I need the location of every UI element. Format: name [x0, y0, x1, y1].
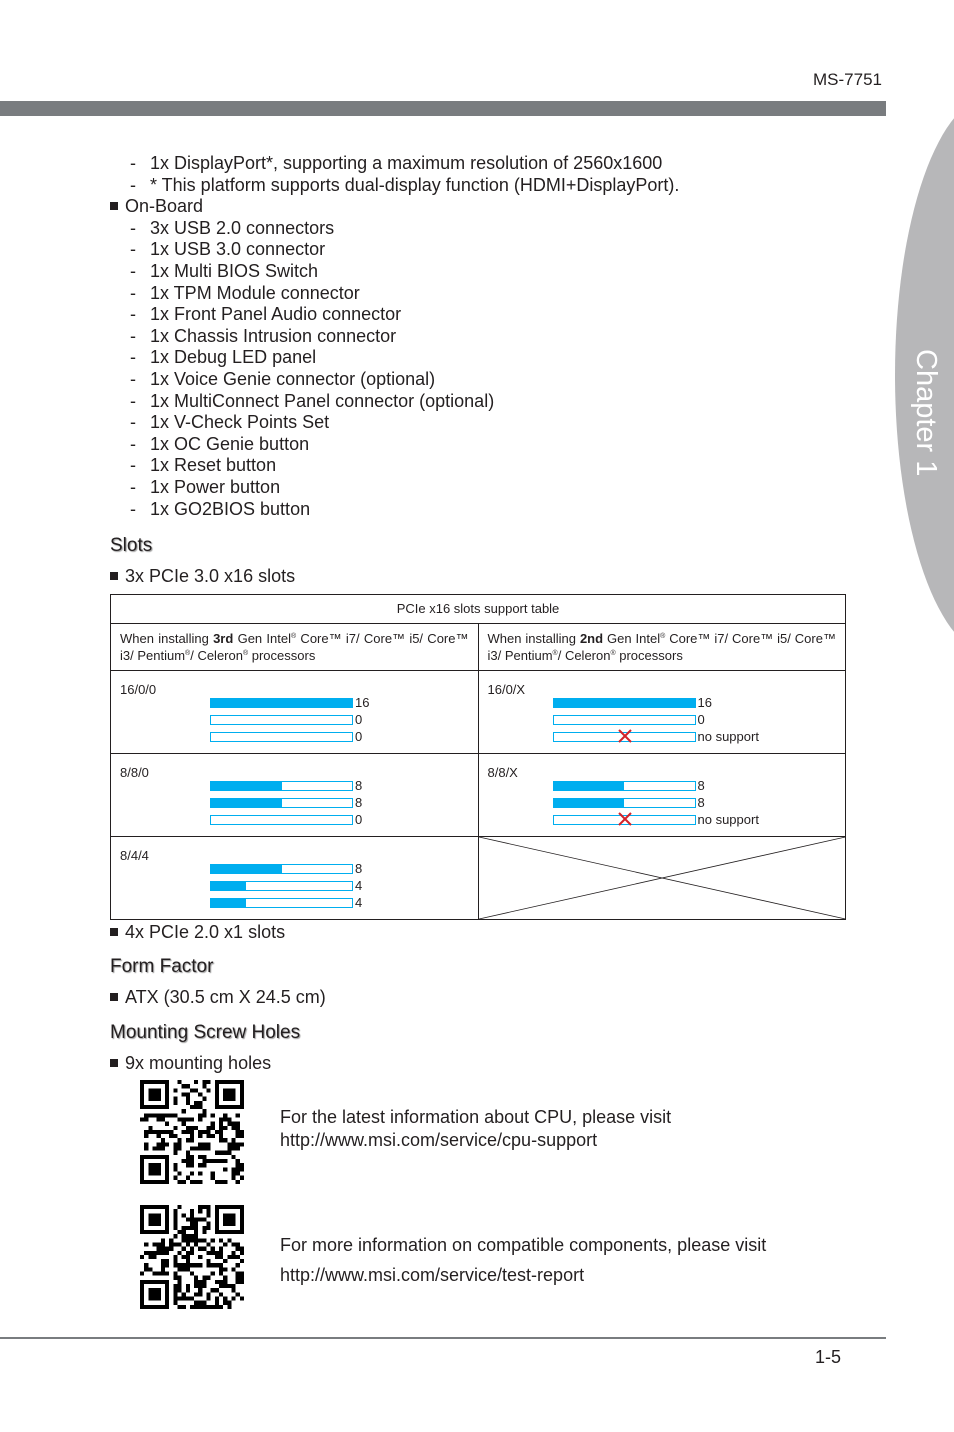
config-label: 16/0/0 — [120, 681, 157, 697]
list-item: -1x GO2BIOS button — [130, 498, 311, 519]
lane-value: 8 — [355, 777, 363, 793]
list-item: -1x Power button — [130, 476, 281, 497]
lane-bar — [552, 714, 696, 725]
no-support-x-icon — [617, 728, 632, 743]
list-item: -3x USB 2.0 connectors — [130, 217, 335, 238]
test-report-url[interactable]: http://www.msi.com/service/test-report — [280, 1260, 766, 1290]
lane-bar — [210, 714, 353, 725]
lane-value: 16 — [355, 694, 370, 710]
form-factor-heading: Form Factor — [110, 956, 214, 978]
chapter-label: Chapter 1 — [910, 349, 942, 477]
qr-code-icon[interactable] — [140, 1205, 244, 1309]
config-cell: 16/0/0 16 0 0 — [110, 669, 479, 754]
lane-value: 4 — [355, 877, 363, 893]
qr-code-icon[interactable] — [140, 1080, 244, 1184]
lane-bar — [210, 814, 353, 825]
lane-fill — [553, 781, 624, 790]
config-label: 8/8/X — [487, 764, 518, 780]
lane-bar — [210, 780, 353, 791]
config-cell: 16/0/X 16 0 no support — [477, 669, 846, 754]
list-item: -1x DisplayPort*, supporting a maximum r… — [130, 153, 663, 173]
column-header-2nd-gen: When installing 2nd Gen Intel® Core™ i7/… — [477, 622, 846, 671]
pcie-support-table: PCIe x16 slots support table When instal… — [110, 593, 846, 920]
lane-value: 0 — [355, 811, 363, 827]
lane-value: 0 — [697, 711, 705, 727]
config-label: 8/4/4 — [120, 847, 149, 863]
list-item: -1x OC Genie button — [130, 433, 310, 454]
unavailable-cell — [477, 835, 846, 920]
no-support-x-icon — [617, 811, 632, 826]
lane-bar — [210, 797, 353, 808]
form-factor-bullet: ATX (30.5 cm X 24.5 cm) — [110, 987, 850, 1009]
column-header-3rd-gen: When installing 3rd Gen Intel® Core™ i7/… — [110, 622, 479, 671]
lane-value: no support — [697, 728, 759, 744]
lane-value: 0 — [355, 711, 363, 727]
lane-value: 8 — [697, 794, 705, 810]
lane-bar — [552, 797, 696, 808]
config-cell: 8/4/4 8 4 4 — [110, 835, 479, 920]
lane-bar — [210, 880, 353, 891]
pcie16-bullet: 3x PCIe 3.0 x16 slots — [110, 566, 850, 588]
bullet-square-icon — [110, 993, 118, 1002]
lane-bar — [210, 897, 353, 908]
bullet-square-icon — [110, 572, 118, 581]
lane-value: 8 — [697, 777, 705, 793]
list-item: -1x Reset button — [130, 455, 277, 476]
list-item: -1x TPM Module connector — [130, 282, 360, 303]
lane-fill — [553, 798, 624, 807]
list-item: -1x Chassis Intrusion connector — [130, 325, 397, 346]
bullet-square-icon — [110, 202, 118, 211]
list-item: -1x Voice Genie connector (optional) — [130, 368, 436, 389]
lane-fill — [553, 698, 695, 707]
table-title: PCIe x16 slots support table — [110, 593, 846, 624]
lane-value: no support — [697, 811, 759, 827]
slots-heading: Slots — [110, 535, 153, 557]
lane-bar — [210, 731, 353, 742]
header-bar — [0, 101, 886, 116]
display-list: -1x DisplayPort*, supporting a maximum r… — [110, 153, 850, 196]
config-cell: 8/8/0 8 8 0 — [110, 752, 479, 837]
bullet-square-icon — [110, 1058, 118, 1067]
config-label: 16/0/X — [487, 681, 526, 697]
lane-fill — [211, 864, 282, 873]
pcie1-bullet: 4x PCIe 2.0 x1 slots — [110, 922, 850, 944]
lane-value: 8 — [355, 794, 363, 810]
cross-out-icon — [479, 837, 846, 919]
list-item: -1x V-Check Points Set — [130, 412, 330, 433]
lane-fill — [211, 898, 247, 907]
cpu-support-text: For the latest information about CPU, pl… — [280, 1107, 672, 1152]
cpu-support-url[interactable]: http://www.msi.com/service/cpu-support — [280, 1129, 671, 1152]
lane-bar — [210, 863, 353, 874]
onboard-list: -3x USB 2.0 connectors -1x USB 3.0 connec… — [110, 218, 850, 520]
lane-value: 8 — [355, 860, 363, 876]
lane-value: 0 — [355, 728, 363, 744]
lane-fill — [211, 698, 352, 707]
lane-fill — [211, 881, 247, 890]
lane-bar — [552, 697, 696, 708]
test-report-text: For more information on compatible compo… — [280, 1230, 766, 1290]
config-label: 8/8/0 — [120, 764, 149, 780]
list-item: -1x MultiConnect Panel connector (option… — [130, 390, 495, 411]
mounting-heading: Mounting Screw Holes — [110, 1021, 301, 1043]
bullet-square-icon — [110, 927, 118, 936]
mounting-bullet: 9x mounting holes — [110, 1053, 850, 1075]
list-item: -1x Debug LED panel — [130, 347, 317, 368]
page-number: 1-5 — [815, 1347, 842, 1367]
onboard-bullet: On-Board — [110, 196, 850, 218]
lane-bar — [552, 780, 696, 791]
footer-rule — [0, 1337, 886, 1339]
lane-value: 16 — [697, 694, 712, 710]
lane-fill — [211, 798, 282, 807]
spec-content: -1x DisplayPort*, supporting a maximum r… — [110, 153, 850, 1074]
list-item: -1x USB 3.0 connector — [130, 239, 326, 260]
list-item: -1x Multi BIOS Switch — [130, 260, 319, 281]
lane-value: 4 — [355, 894, 363, 910]
list-item: -1x Front Panel Audio connector — [130, 304, 402, 325]
config-cell: 8/8/X 8 8 no support — [477, 752, 846, 837]
list-item: - * This platform supports dual-display f… — [130, 174, 680, 195]
lane-bar — [210, 697, 353, 708]
lane-fill — [211, 781, 282, 790]
model-number: MS-7751 — [813, 70, 882, 89]
